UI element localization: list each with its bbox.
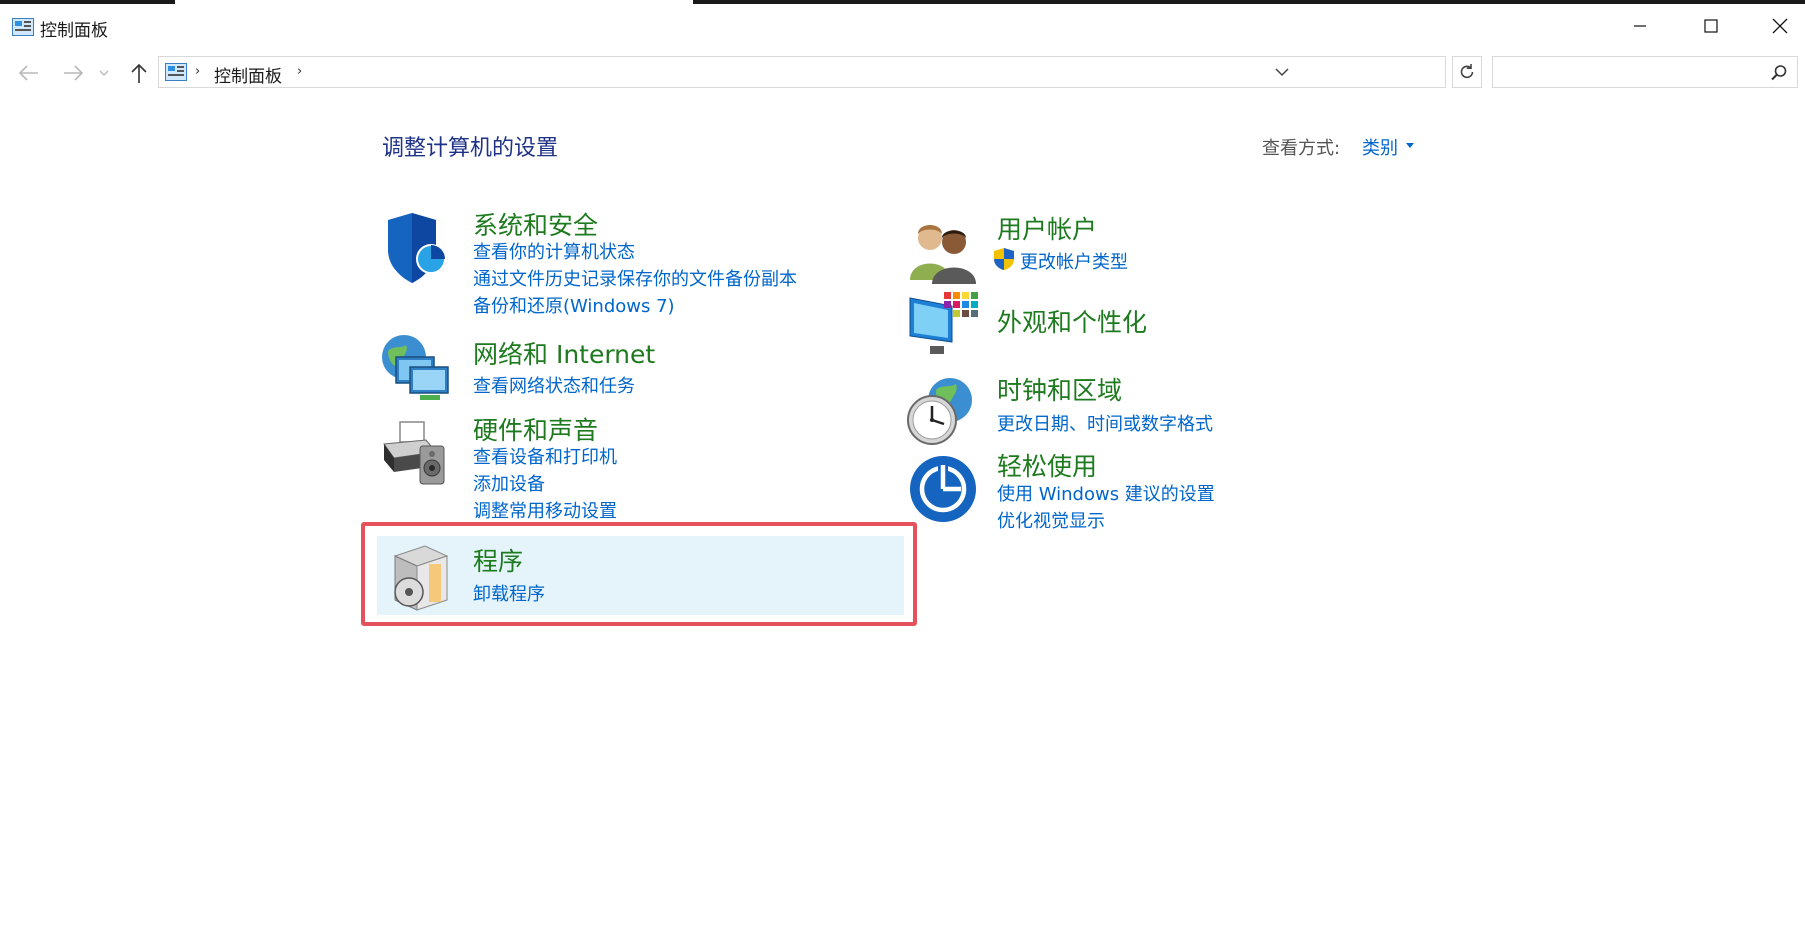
search-icon[interactable] <box>1769 63 1789 83</box>
chevron-down-icon <box>1275 67 1289 76</box>
shield-icon <box>388 213 446 283</box>
control-panel-icon <box>12 18 34 36</box>
appearance-monitor-icon <box>909 292 978 354</box>
link-file-history[interactable]: 通过文件历史记录保存你的文件备份副本 <box>473 265 797 291</box>
ease-of-access-icon <box>910 456 976 522</box>
window-title: 控制面板 <box>40 21 108 41</box>
link-change-date-time-format[interactable]: 更改日期、时间或数字格式 <box>997 410 1213 436</box>
close-icon <box>1772 18 1788 34</box>
minimize-icon <box>1634 25 1646 27</box>
title-bar: 控制面板 <box>0 4 1805 48</box>
clock-globe-icon <box>907 378 972 445</box>
up-button[interactable] <box>124 58 154 88</box>
address-dropdown-button[interactable] <box>1268 56 1296 88</box>
link-view-computer-status[interactable]: 查看你的计算机状态 <box>473 238 635 264</box>
users-icon <box>910 225 976 284</box>
up-arrow-icon <box>131 63 147 83</box>
page-title: 调整计算机的设置 <box>382 136 559 161</box>
link-change-account-type[interactable]: 更改帐户类型 <box>1020 248 1128 274</box>
link-backup-restore[interactable]: 备份和还原(Windows 7) <box>473 292 675 318</box>
caret-down-icon[interactable] <box>1406 143 1414 148</box>
minimize-button[interactable] <box>1605 4 1675 48</box>
link-optimize-visual-display[interactable]: 优化视觉显示 <box>997 507 1105 533</box>
link-uninstall-program[interactable]: 卸载程序 <box>473 580 545 606</box>
back-arrow-icon <box>18 65 38 81</box>
category-appearance-personalization[interactable]: 外观和个性化 <box>997 303 1147 339</box>
maximize-button[interactable] <box>1676 4 1746 48</box>
forward-arrow-icon <box>64 65 84 81</box>
maximize-icon <box>1704 19 1718 33</box>
category-hardware-sound[interactable]: 硬件和声音 <box>473 411 598 447</box>
search-input[interactable] <box>1492 56 1798 88</box>
network-globe-icon <box>382 335 449 400</box>
refresh-button[interactable] <box>1452 56 1482 88</box>
category-network-internet[interactable]: 网络和 Internet <box>473 335 655 371</box>
link-devices-printers[interactable]: 查看设备和打印机 <box>473 443 617 469</box>
link-network-status[interactable]: 查看网络状态和任务 <box>473 372 635 398</box>
back-button[interactable] <box>14 58 44 88</box>
refresh-icon <box>1460 64 1474 79</box>
category-user-accounts[interactable]: 用户帐户 <box>997 210 1097 246</box>
link-add-device[interactable]: 添加设备 <box>473 470 545 496</box>
category-programs[interactable]: 程序 <box>473 542 523 578</box>
uac-shield-icon <box>994 248 1014 270</box>
category-system-security[interactable]: 系统和安全 <box>473 206 598 242</box>
control-panel-icon <box>165 63 187 81</box>
view-by-dropdown[interactable]: 类别 <box>1362 134 1398 160</box>
breadcrumb-chevron-icon[interactable]: › <box>195 64 200 79</box>
forward-button[interactable] <box>58 58 88 88</box>
view-by-label: 查看方式: <box>1262 138 1341 159</box>
breadcrumb-chevron-icon[interactable]: › <box>297 64 302 79</box>
recent-chevron-icon <box>99 70 109 76</box>
address-bar[interactable]: › 控制面板 › <box>158 56 1446 88</box>
category-clock-region[interactable]: 时钟和区域 <box>997 371 1122 407</box>
link-mobility-settings[interactable]: 调整常用移动设置 <box>473 497 617 523</box>
breadcrumb[interactable]: 控制面板 <box>214 62 282 87</box>
printer-icon <box>383 421 445 485</box>
close-button[interactable] <box>1745 4 1805 48</box>
link-recommended-settings[interactable]: 使用 Windows 建议的设置 <box>997 480 1215 506</box>
programs-box-icon <box>393 545 449 611</box>
recent-locations-button[interactable] <box>94 58 114 88</box>
category-ease-of-access[interactable]: 轻松使用 <box>997 447 1097 483</box>
